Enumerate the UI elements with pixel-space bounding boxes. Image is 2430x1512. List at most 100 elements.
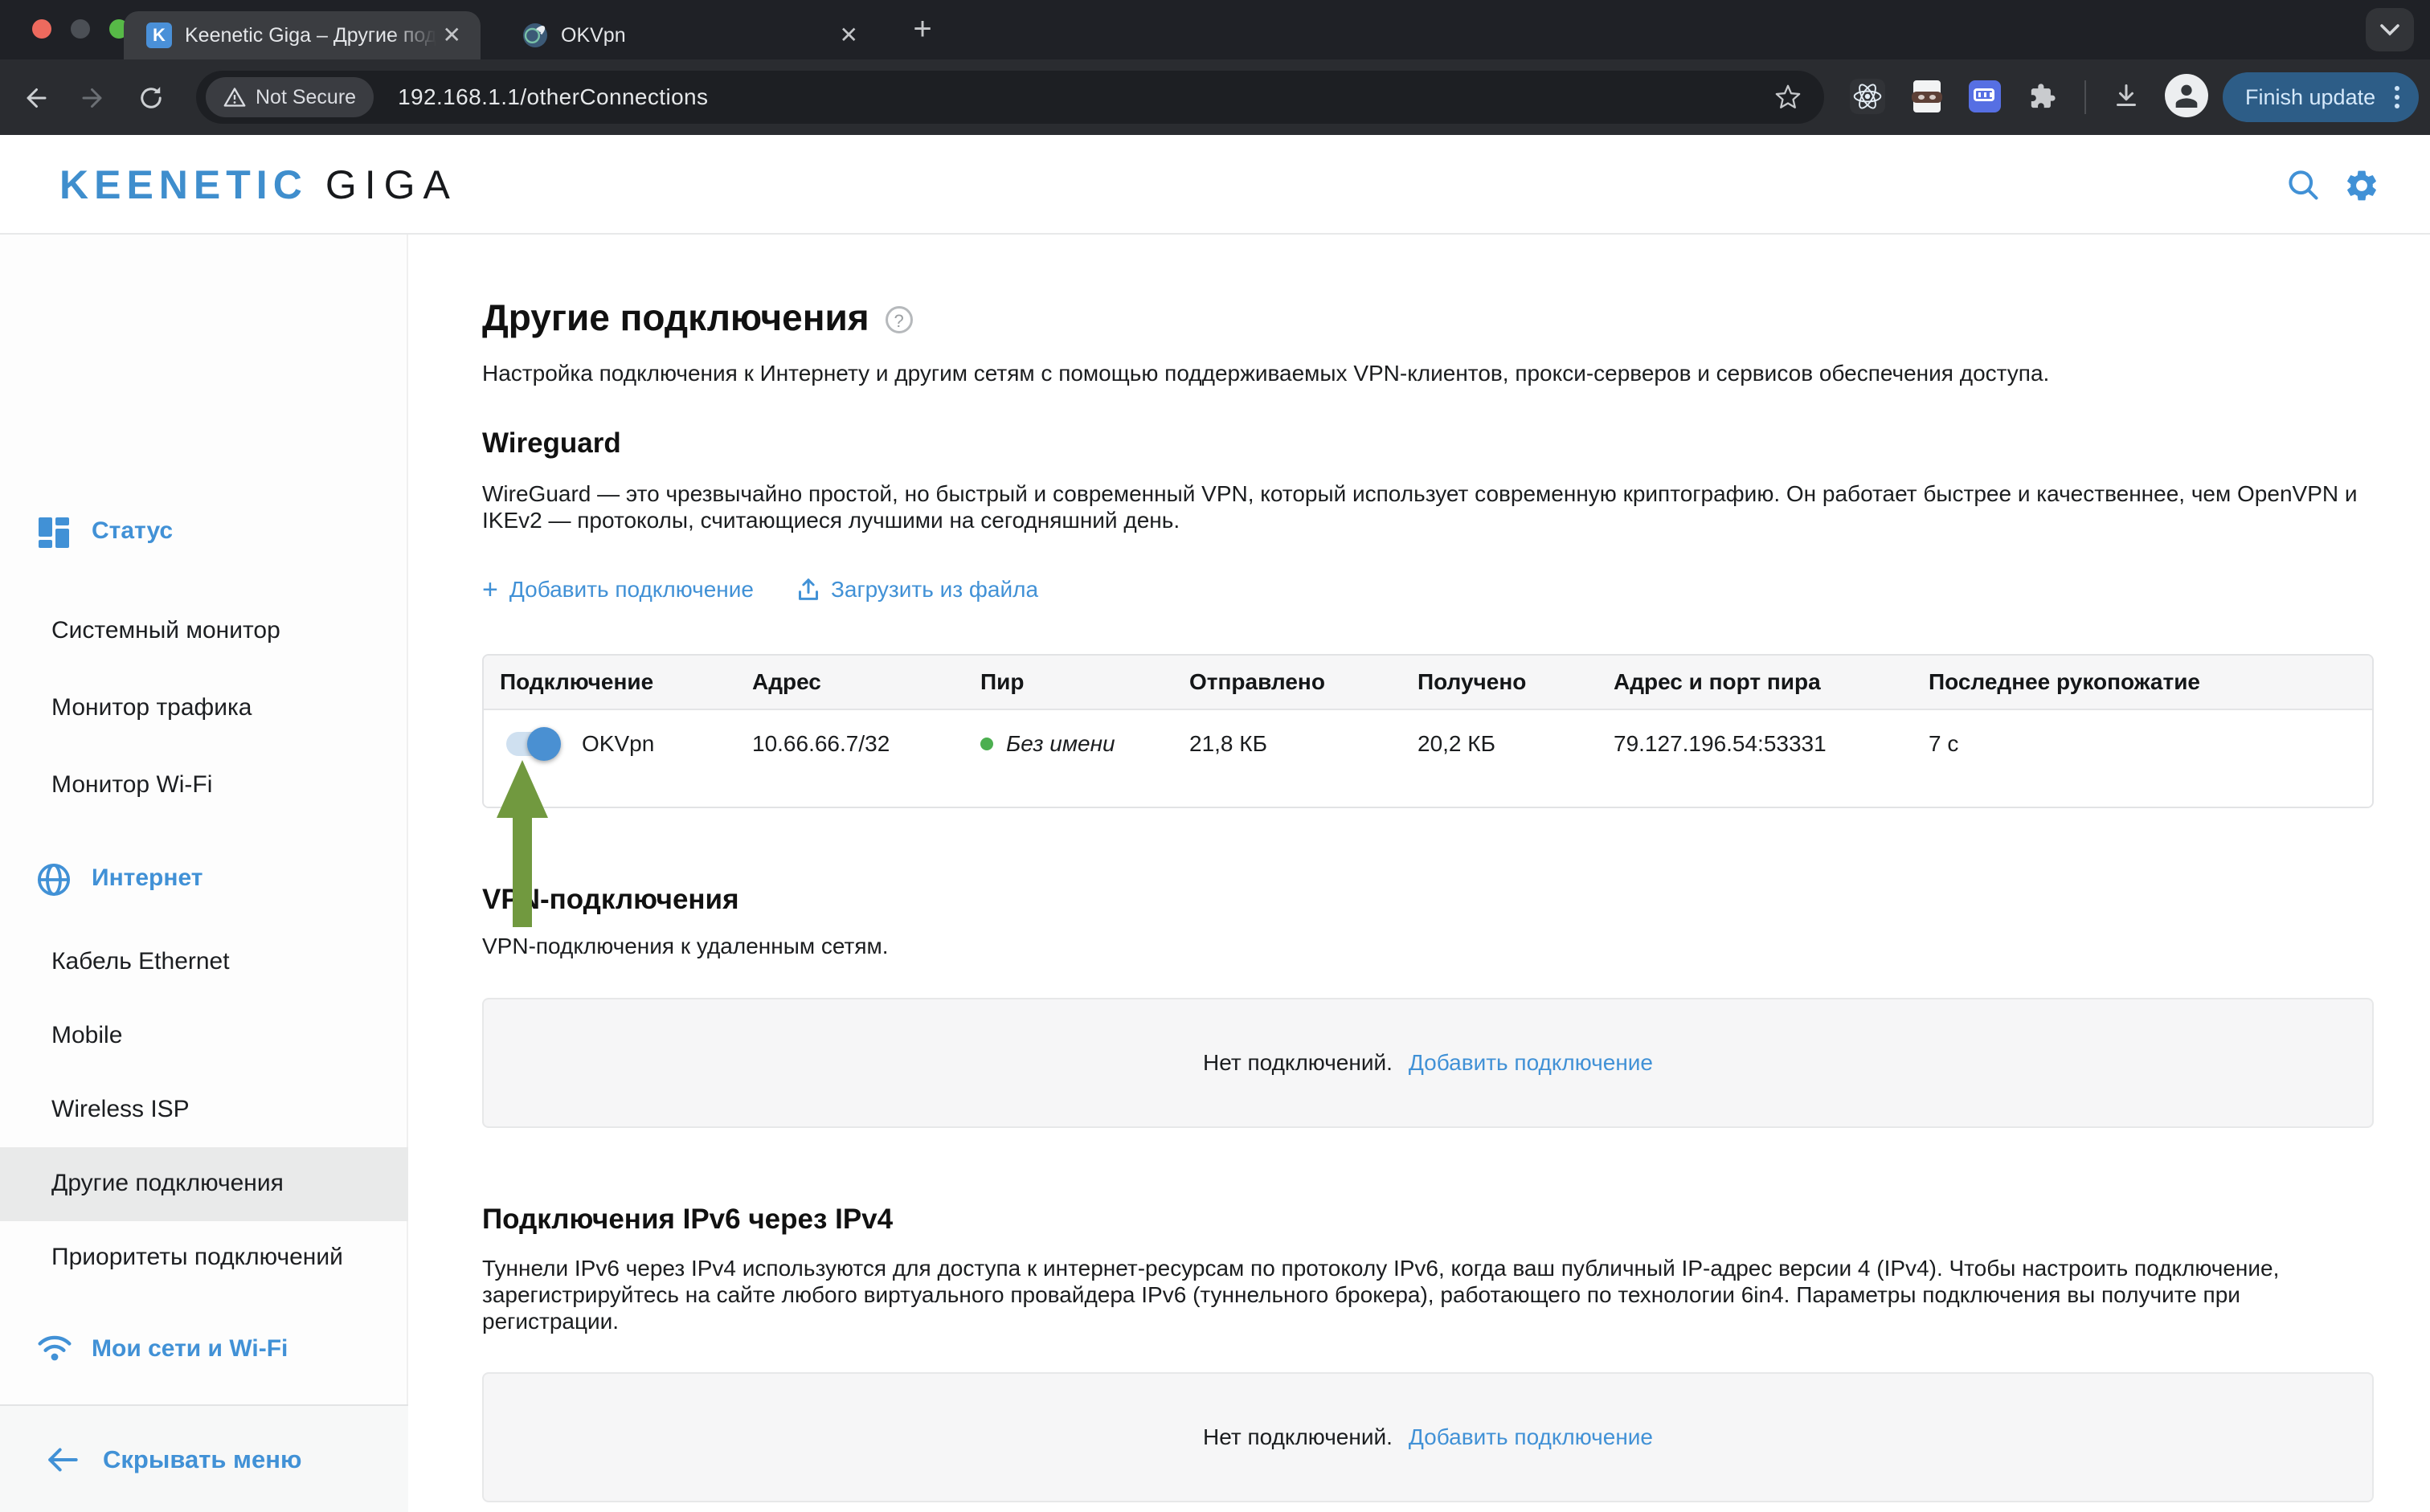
keenetic-favicon: K [146, 22, 172, 48]
search-icon [2285, 167, 2321, 202]
col-sent: Отправлено [1173, 669, 1401, 695]
ipv6-empty-state: Нет подключений. Добавить подключение [482, 1372, 2374, 1502]
forward-button[interactable] [71, 76, 116, 121]
brand-name: KEENETIC [59, 161, 308, 208]
sidebar-section-label: Интернет [92, 864, 203, 892]
finish-update-button[interactable]: Finish update [2223, 72, 2419, 122]
wireguard-description: WireGuard — это чрезвычайно простой, но … [482, 480, 2374, 533]
vpn-description: VPN-подключения к удаленным сетям. [482, 934, 889, 959]
settings-button[interactable] [2343, 167, 2380, 210]
arrow-left-icon [21, 84, 50, 112]
dashboard-icon [37, 516, 71, 550]
new-tab-button[interactable]: + [900, 8, 945, 53]
globe-icon [37, 863, 71, 897]
sidebar-item-system-monitor[interactable]: Системный монитор [0, 615, 408, 648]
table-row[interactable]: OKVpn 10.66.66.7/32 Без имени 21,8 КБ 20… [484, 710, 2372, 808]
chevron-down-icon [2380, 23, 2399, 36]
tab-search-button[interactable] [2366, 8, 2414, 51]
col-handshake: Последнее рукопожатие [1912, 669, 2372, 695]
tab-title: Keenetic Giga – Другие подкл [185, 24, 436, 47]
back-button[interactable] [13, 76, 58, 121]
sidebar-item-traffic-monitor[interactable]: Монитор трафика [0, 693, 408, 725]
wireguard-heading: Wireguard [482, 427, 621, 460]
plus-icon: + [482, 578, 498, 601]
sidebar-footer: Скрывать меню [0, 1404, 408, 1512]
sidebar-section-internet[interactable]: Интернет [0, 861, 408, 897]
connection-address: 10.66.66.7/32 [736, 710, 964, 757]
upload-from-file-link[interactable]: Загрузить из файла [797, 577, 1038, 603]
keyboard-extension-icon[interactable] [1966, 77, 2004, 116]
hide-menu-label: Скрывать меню [103, 1445, 301, 1474]
sidebar-item-ethernet-cable[interactable]: Кабель Ethernet [0, 946, 408, 979]
connection-endpoint: 79.127.196.54:53331 [1598, 710, 1912, 757]
finish-update-label: Finish update [2245, 85, 2375, 110]
page-title: Другие подключения [482, 296, 869, 339]
window-minimize-button[interactable] [71, 19, 90, 39]
bookmark-star-icon[interactable] [1774, 84, 1802, 117]
arrow-left-icon [47, 1447, 79, 1473]
wireguard-table: Подключение Адрес Пир Отправлено Получен… [482, 654, 2374, 808]
person-icon [2170, 80, 2203, 112]
tab-close-icon[interactable]: ✕ [840, 24, 858, 47]
page-intro: Настройка подключения к Интернету и друг… [482, 360, 2250, 386]
wifi-icon [37, 1334, 72, 1363]
warning-triangle-icon [223, 87, 246, 108]
sidebar-section-status[interactable]: Статус [0, 514, 408, 550]
sidebar-section-my-networks[interactable]: Мои сети и Wi-Fi [0, 1332, 408, 1367]
profile-avatar[interactable] [2165, 74, 2208, 117]
tab-title: OKVpn [561, 24, 833, 47]
keenetic-header: KEENETIC GIGA [0, 135, 2430, 235]
vpn-empty-state: Нет подключений. Добавить подключение [482, 998, 2374, 1128]
browser-toolbar: Not Secure 192.168.1.1/otherConnections [0, 59, 2430, 135]
incognito-document-extension-icon[interactable] [1908, 77, 1946, 116]
url-text[interactable]: 192.168.1.1/otherConnections [398, 84, 708, 110]
hide-menu-button[interactable]: Скрывать меню [47, 1406, 301, 1512]
window-close-button[interactable] [32, 19, 51, 39]
sidebar: Статус Системный монитор Монитор трафика… [0, 235, 408, 1512]
col-received: Получено [1401, 669, 1598, 695]
sidebar-item-wifi-monitor[interactable]: Монитор Wi-Fi [0, 770, 408, 802]
peer-status-icon [980, 738, 993, 750]
connection-received: 20,2 КБ [1401, 710, 1598, 757]
no-connections-text: Нет подключений. [1203, 1424, 1393, 1450]
col-endpoint: Адрес и порт пира [1598, 669, 1912, 695]
security-chip[interactable]: Not Secure [206, 77, 374, 117]
annotation-arrow-shaft [513, 816, 532, 927]
sidebar-item-other-connections[interactable]: Другие подключения [0, 1168, 408, 1200]
ipv6-heading: Подключения IPv6 через IPv4 [482, 1203, 893, 1236]
help-icon[interactable]: ? [886, 306, 913, 333]
sidebar-section-label: Мои сети и Wi-Fi [92, 1335, 288, 1363]
connection-sent: 21,8 КБ [1173, 710, 1401, 757]
col-address: Адрес [736, 669, 964, 695]
download-icon [2112, 82, 2141, 111]
connection-toggle[interactable] [506, 732, 558, 756]
okvpn-favicon [522, 22, 548, 48]
sidebar-item-wireless-isp[interactable]: Wireless ISP [0, 1094, 408, 1126]
model-name: GIGA [325, 161, 458, 208]
downloads-button[interactable] [2107, 77, 2146, 116]
browser-menu-icon[interactable] [2391, 86, 2403, 108]
security-chip-label: Not Secure [256, 86, 356, 109]
tab-bar: K Keenetic Giga – Другие подкл ✕ OKVpn ✕… [0, 0, 2430, 59]
reload-icon [137, 84, 166, 112]
add-connection-link[interactable]: + Добавить подключение [482, 577, 754, 603]
tab-okvpn[interactable]: OKVpn ✕ [500, 11, 878, 59]
add-connection-link[interactable]: Добавить подключение [1409, 1424, 1653, 1450]
gear-icon [2343, 167, 2380, 204]
react-devtools-extension-icon[interactable] [1848, 77, 1887, 116]
sidebar-item-connection-priorities[interactable]: Приоритеты подключений [0, 1242, 408, 1274]
reload-button[interactable] [129, 76, 174, 121]
sidebar-item-mobile[interactable]: Mobile [0, 1020, 408, 1052]
extensions-puzzle-icon[interactable] [2023, 77, 2062, 116]
arrow-right-icon [79, 84, 108, 112]
url-bar[interactable]: Not Secure 192.168.1.1/otherConnections [196, 71, 1824, 124]
connection-name: OKVpn [582, 731, 654, 757]
main-content: Другие подключения ? Настройка подключен… [482, 235, 2374, 1512]
no-connections-text: Нет подключений. [1203, 1050, 1393, 1076]
toolbar-separator [2084, 80, 2086, 114]
connection-handshake: 7 с [1912, 710, 2372, 757]
tab-keenetic[interactable]: K Keenetic Giga – Другие подкл ✕ [124, 11, 481, 59]
tab-close-icon[interactable]: ✕ [443, 24, 461, 47]
search-button[interactable] [2285, 167, 2321, 209]
add-connection-link[interactable]: Добавить подключение [1409, 1050, 1653, 1076]
